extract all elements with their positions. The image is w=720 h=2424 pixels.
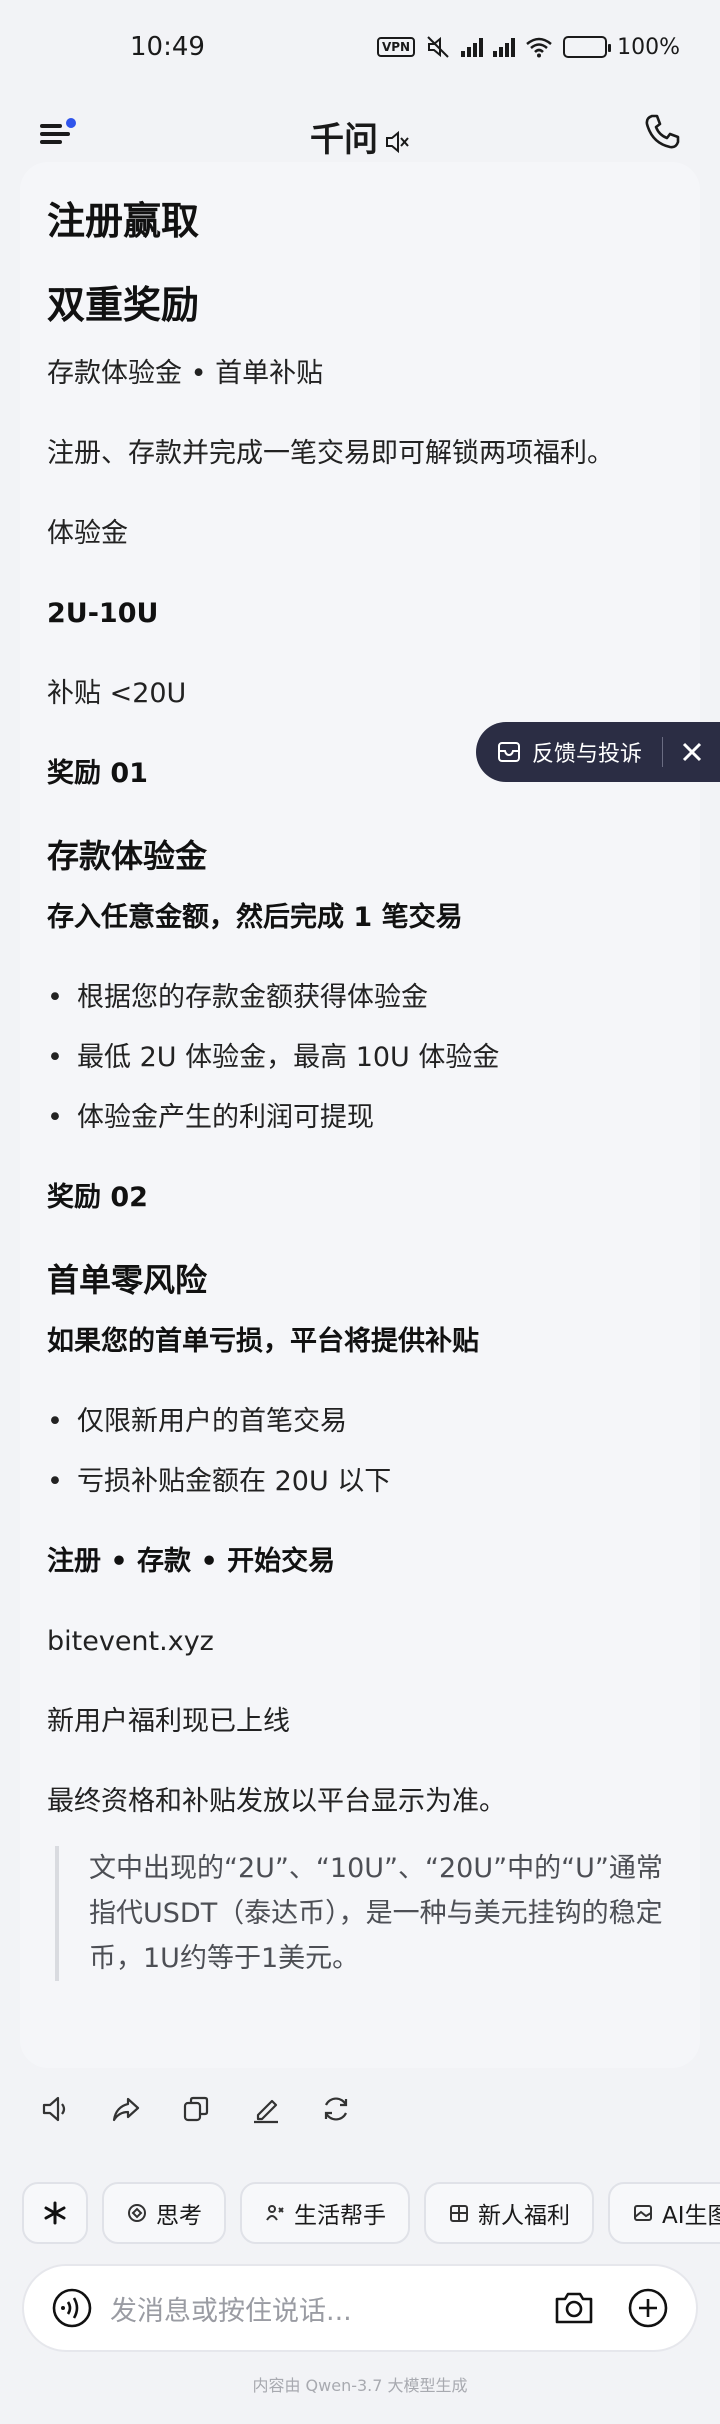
feedback-pill[interactable]: 反馈与投诉 bbox=[476, 722, 720, 782]
phone-call-button[interactable] bbox=[642, 112, 686, 156]
chip-life-helper[interactable]: 生活帮手 bbox=[240, 2182, 410, 2244]
add-icon[interactable] bbox=[626, 2286, 670, 2330]
read-aloud-icon[interactable] bbox=[40, 2093, 72, 2125]
status-icons: VPN 100% bbox=[376, 34, 680, 60]
trial-range: 2U-10U bbox=[47, 598, 159, 629]
final-note: 最终资格和补贴发放以平台显示为准。 bbox=[47, 1786, 506, 1817]
reward2-label: 奖励 02 bbox=[47, 1182, 148, 1213]
chip-label: 生活帮手 bbox=[294, 2203, 386, 2229]
list-item: 根据您的存款金额获得体验金 bbox=[47, 978, 687, 1018]
think-icon bbox=[128, 2204, 146, 2222]
cta-line: 注册 • 存款 • 开始交易 bbox=[47, 1546, 336, 1577]
reward2-desc: 如果您的首单亏损，平台将提供补贴 bbox=[47, 1326, 479, 1357]
chip-spark[interactable] bbox=[22, 2182, 88, 2244]
app-title: 千问 bbox=[310, 120, 378, 160]
subsidy-line: 补贴 <20U bbox=[47, 678, 187, 709]
signal-icon-2 bbox=[493, 37, 516, 57]
vpn-icon: VPN bbox=[376, 37, 416, 57]
list-item: 体验金产生的利润可提现 bbox=[47, 1098, 687, 1138]
message-intro: 注册、存款并完成一笔交易即可解锁两项福利。 bbox=[47, 438, 614, 469]
live-note: 新用户福利现已上线 bbox=[47, 1706, 290, 1737]
spark-icon bbox=[44, 2201, 66, 2225]
reward1-bullet-list: 根据您的存款金额获得体验金 最低 2U 体验金，最高 10U 体验金 体验金产生… bbox=[47, 978, 687, 1138]
voice-input-icon[interactable] bbox=[50, 2286, 94, 2330]
list-item: 亏损补贴金额在 20U 以下 bbox=[47, 1462, 687, 1502]
domain-text: bitevent.xyz bbox=[47, 1626, 214, 1657]
message-subtitle: 存款体验金 • 首单补贴 bbox=[47, 358, 324, 389]
status-time: 10:49 bbox=[130, 32, 205, 62]
feedback-label: 反馈与投诉 bbox=[532, 742, 643, 767]
message-title-1: 注册赢取 bbox=[47, 199, 200, 243]
share-icon[interactable] bbox=[110, 2093, 142, 2125]
message-title-2: 双重奖励 bbox=[47, 283, 200, 327]
message-input-bar: 发消息或按住说话... bbox=[22, 2264, 698, 2352]
reward2-bullet-list: 仅限新用户的首笔交易 亏损补贴金额在 20U 以下 bbox=[47, 1402, 687, 1502]
chip-ai-image[interactable]: AI生图 bbox=[608, 2182, 720, 2244]
copy-icon[interactable] bbox=[180, 2093, 212, 2125]
camera-icon[interactable] bbox=[552, 2286, 596, 2330]
phone-icon bbox=[645, 114, 680, 149]
life-helper-icon bbox=[266, 2205, 284, 2221]
ai-disclaimer: 内容由 Qwen-3.7 大模型生成 bbox=[252, 2376, 468, 2395]
battery-percent: 100% bbox=[617, 34, 680, 60]
close-icon bbox=[682, 742, 702, 762]
mute-status-icon bbox=[427, 36, 449, 58]
gift-icon bbox=[450, 2205, 468, 2222]
image-icon bbox=[634, 2205, 652, 2221]
feedback-icon bbox=[498, 742, 520, 762]
footnote-quote: 文中出现的“2U”、“10U”、“20U”中的“U”通常指代USDT（泰达币），… bbox=[55, 1846, 687, 1981]
chip-think[interactable]: 思考 bbox=[102, 2182, 226, 2244]
page-title: 千问 bbox=[0, 112, 720, 161]
edit-icon[interactable] bbox=[250, 2093, 282, 2125]
trial-label: 体验金 bbox=[47, 518, 128, 549]
status-bar: 10:49 VPN 100% bbox=[0, 0, 720, 90]
quick-chips: 思考 生活帮手 新人福利 AI生图 bbox=[22, 2182, 720, 2244]
reward2-title: 首单零风险 bbox=[47, 1261, 208, 1299]
list-item: 最低 2U 体验金，最高 10U 体验金 bbox=[47, 1038, 687, 1078]
chip-label: 思考 bbox=[156, 2203, 202, 2229]
chip-label: AI生图 bbox=[662, 2203, 720, 2229]
list-item: 仅限新用户的首笔交易 bbox=[47, 1402, 687, 1442]
feedback-divider bbox=[662, 737, 664, 767]
message-input[interactable]: 发消息或按住说话... bbox=[110, 2289, 552, 2328]
regenerate-icon[interactable] bbox=[320, 2093, 352, 2125]
message-actions bbox=[40, 2093, 352, 2125]
reward1-title: 存款体验金 bbox=[47, 837, 208, 875]
reward1-desc: 存入任意金额，然后完成 1 笔交易 bbox=[47, 902, 463, 933]
signal-icon-1 bbox=[461, 37, 484, 57]
mute-icon[interactable] bbox=[384, 129, 410, 155]
chip-label: 新人福利 bbox=[478, 2203, 570, 2229]
close-feedback-button[interactable] bbox=[677, 737, 707, 767]
battery-icon bbox=[563, 36, 612, 58]
chip-newcomer-benefits[interactable]: 新人福利 bbox=[424, 2182, 594, 2244]
wifi-icon bbox=[526, 37, 552, 58]
assistant-message-card: 注册赢取 双重奖励 存款体验金 • 首单补贴 注册、存款并完成一笔交易即可解锁两… bbox=[20, 162, 700, 2068]
